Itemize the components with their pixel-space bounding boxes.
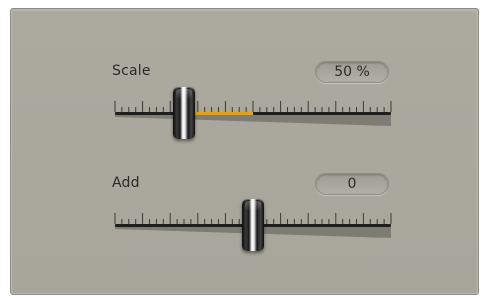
add-slider-handle[interactable] bbox=[242, 199, 264, 251]
scale-label: Scale bbox=[112, 63, 151, 79]
scale-slider-track[interactable] bbox=[113, 89, 393, 139]
scale-slider[interactable] bbox=[113, 87, 393, 139]
settings-panel: Scale 50 % Add 0 bbox=[10, 8, 479, 295]
scale-slider-handle[interactable] bbox=[173, 87, 195, 139]
add-value-field[interactable]: 0 bbox=[315, 173, 389, 195]
scale-value-field[interactable]: 50 % bbox=[315, 61, 389, 83]
add-label: Add bbox=[112, 175, 140, 191]
slider-wedge bbox=[115, 115, 391, 126]
add-slider[interactable] bbox=[113, 199, 393, 251]
